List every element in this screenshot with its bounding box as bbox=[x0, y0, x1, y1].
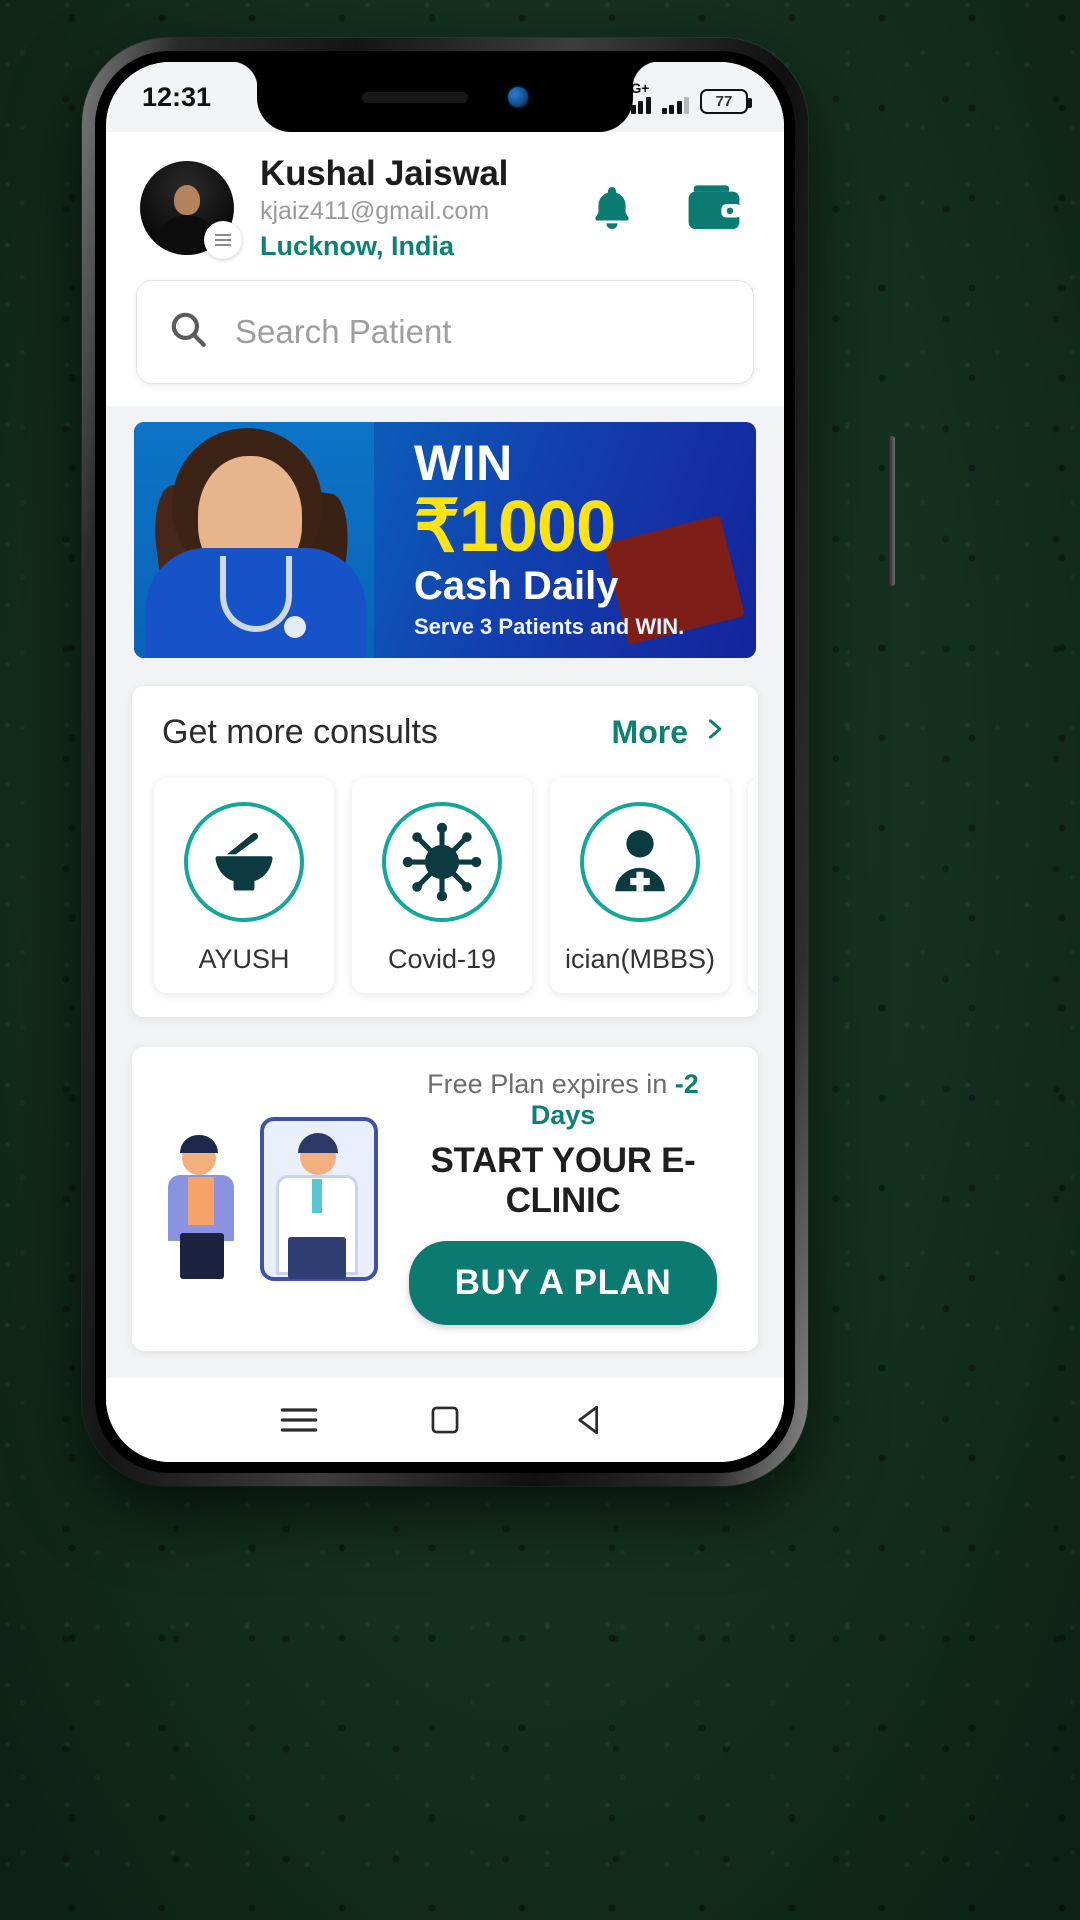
signal-bars-sim2 bbox=[661, 96, 689, 114]
bell-icon[interactable] bbox=[584, 180, 640, 236]
consults-more-button[interactable]: More bbox=[612, 712, 728, 754]
hamburger-icon[interactable] bbox=[204, 220, 242, 259]
consults-more-label: More bbox=[611, 714, 688, 751]
eclinic-text: Free Plan expires in -2 Days START YOUR … bbox=[394, 1069, 732, 1325]
profile-header: Kushal Jaiswal kjaiz411@gmail.com Luckno… bbox=[106, 132, 784, 280]
promo-win-label: WIN bbox=[414, 434, 513, 491]
category-label: Covid-19 bbox=[387, 943, 497, 974]
triangle-back-icon[interactable] bbox=[568, 1397, 614, 1443]
square-icon[interactable] bbox=[422, 1397, 468, 1443]
consults-title: Get more consults bbox=[162, 713, 438, 752]
phone-screen: 12:31 4G+ 77 bbox=[106, 62, 784, 1462]
category-item-physician[interactable]: ician(MBBS) bbox=[550, 777, 730, 993]
battery-level-label: 77 bbox=[715, 92, 733, 110]
notch bbox=[231, 62, 659, 132]
search-placeholder: Search Patient bbox=[235, 312, 452, 350]
category-label: Gyna bbox=[748, 944, 758, 975]
promo-text: WIN ₹1000 Cash Daily Serve 3 Patients an… bbox=[390, 422, 756, 658]
app-content: Kushal Jaiswal kjaiz411@gmail.com Luckno… bbox=[106, 62, 784, 1462]
category-list[interactable]: AYUSH Covid-19 ician(MBBS) bbox=[132, 777, 758, 993]
earpiece-speaker bbox=[362, 91, 468, 103]
category-label: ician(MBBS) bbox=[564, 943, 716, 974]
search-input[interactable]: Search Patient bbox=[136, 279, 754, 384]
promo-amount: ₹1000 bbox=[414, 486, 616, 567]
status-time: 12:31 bbox=[142, 81, 212, 112]
eclinic-expiry-prefix: Free Plan expires in bbox=[427, 1068, 675, 1099]
phone-frame: 12:31 4G+ 77 bbox=[82, 38, 895, 1486]
phone-button-power[interactable] bbox=[888, 436, 895, 586]
search-icon bbox=[167, 308, 209, 355]
mortar-pestle-icon bbox=[184, 801, 304, 922]
eclinic-card[interactable]: Free Plan expires in -2 Days START YOUR … bbox=[132, 1046, 758, 1351]
eclinic-title: START YOUR E-CLINIC bbox=[430, 1140, 696, 1220]
header-actions bbox=[584, 180, 750, 236]
eclinic-expiry: Free Plan expires in -2 Days bbox=[394, 1069, 732, 1131]
menu-icon[interactable] bbox=[276, 1397, 322, 1443]
promo-doctor-image bbox=[134, 421, 374, 658]
user-location[interactable]: Lucknow, India bbox=[260, 231, 584, 262]
category-item-ayush[interactable]: AYUSH bbox=[154, 777, 334, 993]
category-label: AYUSH bbox=[198, 943, 290, 974]
avatar-container[interactable] bbox=[140, 160, 242, 259]
consults-header: Get more consults More bbox=[132, 712, 758, 754]
android-nav-bar bbox=[106, 1378, 784, 1462]
search-section: Search Patient bbox=[106, 279, 784, 406]
category-item-covid[interactable]: Covid-19 bbox=[352, 777, 532, 993]
category-item-gyna[interactable]: Gyna bbox=[748, 777, 758, 993]
scroll-content[interactable]: WIN ₹1000 Cash Daily Serve 3 Patients an… bbox=[106, 405, 784, 1378]
virus-icon bbox=[382, 801, 502, 922]
eclinic-illustration bbox=[158, 1113, 384, 1281]
phone-bezel: 12:31 4G+ 77 bbox=[95, 51, 795, 1473]
promo-subtitle: Serve 3 Patients and WIN. bbox=[414, 613, 685, 639]
wallet-icon[interactable] bbox=[686, 180, 742, 236]
battery-indicator: 77 bbox=[700, 88, 752, 114]
chevron-right-icon bbox=[700, 712, 728, 754]
promo-banner[interactable]: WIN ₹1000 Cash Daily Serve 3 Patients an… bbox=[134, 421, 756, 658]
front-camera bbox=[508, 87, 528, 107]
user-name: Kushal Jaiswal bbox=[260, 154, 509, 193]
doctor-icon bbox=[580, 801, 700, 922]
profile-text: Kushal Jaiswal kjaiz411@gmail.com Luckno… bbox=[260, 154, 584, 262]
buy-plan-button[interactable]: BUY A PLAN bbox=[408, 1240, 718, 1325]
promo-cash-label: Cash Daily bbox=[414, 563, 619, 608]
user-email: kjaiz411@gmail.com bbox=[260, 197, 490, 226]
consults-card: Get more consults More AYUSH Covid-19 ic… bbox=[132, 685, 758, 1017]
